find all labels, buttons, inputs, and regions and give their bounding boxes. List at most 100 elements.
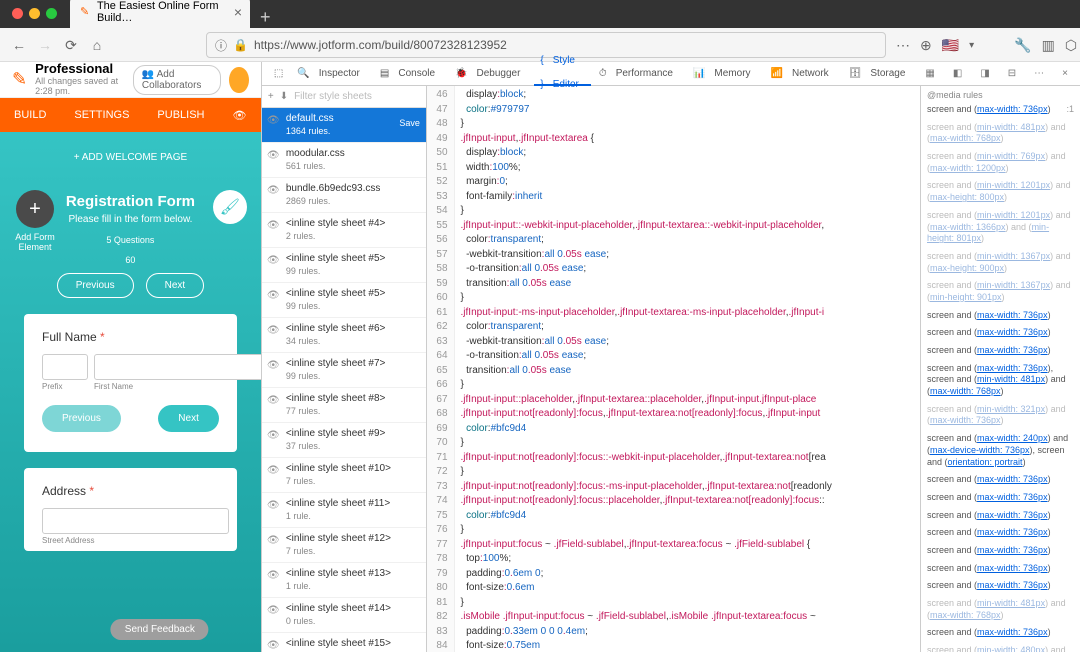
media-rule[interactable]: screen and (min-width: 1201px) and (max-… <box>927 180 1074 203</box>
css-file-item[interactable]: 👁<inline style sheet #13>1 rule. <box>262 563 426 598</box>
import-icon[interactable]: ⬇ <box>280 91 288 102</box>
save-button[interactable]: Save <box>399 118 420 130</box>
add-collaborators-button[interactable]: 👥 Add Collaborators <box>133 65 222 95</box>
media-rule[interactable]: screen and (max-width: 736px) <box>927 492 1074 504</box>
reload-button[interactable]: ⟳ <box>62 37 80 54</box>
dt-settings-icon[interactable]: ⋯ <box>1028 68 1050 79</box>
dt-options2-icon[interactable]: ◨ <box>974 68 995 79</box>
paint-button[interactable]: 🖌 <box>213 190 247 224</box>
dt-responsive-icon[interactable]: ▦ <box>919 68 940 79</box>
street-input[interactable] <box>42 508 229 534</box>
eye-icon[interactable]: 👁 <box>267 534 280 547</box>
eye-icon[interactable]: 👁 <box>267 359 280 372</box>
form-card-address[interactable]: Address * Street Address <box>24 468 237 551</box>
tab-close-icon[interactable]: × <box>234 4 242 20</box>
home-button[interactable]: ⌂ <box>88 37 106 54</box>
css-file-item[interactable]: 👁moodular.css561 rules. <box>262 143 426 178</box>
tab-build[interactable]: BUILD <box>0 109 60 121</box>
eye-icon[interactable]: 👁 <box>267 604 280 617</box>
css-file-item[interactable]: 👁<inline style sheet #4>2 rules. <box>262 213 426 248</box>
media-rule[interactable]: screen and (min-width: 769px) and (max-w… <box>927 151 1074 174</box>
css-file-item[interactable]: 👁<inline style sheet #5>99 rules. <box>262 248 426 283</box>
prev-button[interactable]: Previous <box>57 273 134 298</box>
chevron-down-icon[interactable]: ▾ <box>969 40 974 51</box>
eye-icon[interactable]: 👁 <box>267 114 280 127</box>
dt-tab-performance[interactable]: ⏱ Performance <box>593 68 685 79</box>
css-file-item[interactable]: 👁<inline style sheet #9>37 rules. <box>262 423 426 458</box>
media-rule[interactable]: screen and (max-width: 736px) <box>927 545 1074 557</box>
css-file-item[interactable]: 👁<inline style sheet #7>99 rules. <box>262 353 426 388</box>
new-tab-button[interactable]: + <box>250 7 281 28</box>
eye-icon[interactable]: 👁 <box>267 324 280 337</box>
css-file-item[interactable]: 👁bundle.6b9edc93.css2869 rules. <box>262 178 426 213</box>
filter-input[interactable]: Filter style sheets <box>294 91 372 102</box>
eye-icon[interactable]: 👁 <box>267 499 280 512</box>
media-rule[interactable]: screen and (min-width: 321px) and (max-w… <box>927 404 1074 427</box>
eye-icon[interactable]: 👁 <box>267 569 280 582</box>
dt-iframe-select-icon[interactable]: ⬚ <box>268 68 289 79</box>
settings-icon[interactable]: 🔧 <box>1014 37 1031 54</box>
dt-options1-icon[interactable]: ◧ <box>947 68 968 79</box>
eye-icon[interactable]: 👁 <box>267 394 280 407</box>
css-file-item[interactable]: 👁<inline style sheet #14>0 rules. <box>262 598 426 633</box>
library-icon[interactable]: ▥ <box>1042 37 1055 54</box>
window-max-icon[interactable] <box>46 8 57 19</box>
css-file-active[interactable]: 👁 default.css 1364 rules. Save <box>262 108 426 143</box>
media-rule[interactable]: screen and (max-width: 736px) <box>927 327 1074 339</box>
window-close-icon[interactable] <box>12 8 23 19</box>
media-rule[interactable]: screen and (min-width: 481px) and (max-w… <box>927 598 1074 621</box>
avatar[interactable] <box>229 67 248 93</box>
css-file-item[interactable]: 👁<inline style sheet #15>0 rules. <box>262 633 426 652</box>
dt-tab-memory[interactable]: 📊 Memory <box>687 68 763 79</box>
media-rule[interactable]: screen and (max-width: 736px) <box>927 527 1074 539</box>
media-rule[interactable]: screen and (max-width: 736px), screen an… <box>927 363 1074 398</box>
eye-icon[interactable]: 👁 <box>267 464 280 477</box>
media-rule[interactable]: screen and (max-width: 736px) <box>927 310 1074 322</box>
eye-icon[interactable]: 👁 <box>267 254 280 267</box>
firstname-input[interactable] <box>94 354 261 380</box>
info-icon[interactable]: ⓘ <box>215 37 227 54</box>
tab-publish[interactable]: PUBLISH <box>143 109 218 121</box>
dt-tab-storage[interactable]: 🗄 Storage <box>843 68 918 79</box>
send-feedback-button[interactable]: Send Feedback <box>111 619 209 640</box>
dt-close-icon[interactable]: × <box>1056 68 1074 79</box>
media-rule[interactable]: screen and (max-width: 736px):1 <box>927 104 1074 116</box>
media-rule[interactable]: screen and (max-width: 736px) <box>927 580 1074 592</box>
css-file-item[interactable]: 👁<inline style sheet #8>77 rules. <box>262 388 426 423</box>
eye-icon[interactable]: 👁 <box>267 219 280 232</box>
css-file-item[interactable]: 👁<inline style sheet #12>7 rules. <box>262 528 426 563</box>
dt-tab-network[interactable]: 📶 Network <box>765 68 841 79</box>
dt-dock-icon[interactable]: ⊟ <box>1002 68 1022 79</box>
shield-icon[interactable]: ⬡ <box>1065 37 1077 54</box>
dt-tab-debugger[interactable]: 🐞 Debugger <box>449 68 532 79</box>
add-welcome-button[interactable]: + ADD WELCOME PAGE <box>0 152 261 163</box>
pocket-icon[interactable]: ⊕ <box>920 37 932 54</box>
media-rule[interactable]: screen and (min-width: 1367px) and (max-… <box>927 251 1074 274</box>
next-button[interactable]: Next <box>146 273 205 298</box>
media-rule[interactable]: screen and (min-width: 480px) and (max-h… <box>927 645 1074 652</box>
preview-icon[interactable]: 👁 <box>219 109 261 122</box>
media-rule[interactable]: screen and (max-width: 736px) <box>927 627 1074 639</box>
media-rule[interactable]: screen and (min-width: 1367px) and (min-… <box>927 280 1074 303</box>
dt-tab-style-editor[interactable]: { } Style Editor <box>534 62 590 86</box>
add-stylesheet-icon[interactable]: + <box>268 91 274 102</box>
css-file-item[interactable]: 👁<inline style sheet #5>99 rules. <box>262 283 426 318</box>
media-rule[interactable]: screen and (max-width: 736px) <box>927 345 1074 357</box>
css-file-item[interactable]: 👁<inline style sheet #10>7 rules. <box>262 458 426 493</box>
prefix-input[interactable] <box>42 354 88 380</box>
card-prev-button[interactable]: Previous <box>42 405 121 432</box>
media-rule[interactable]: screen and (max-width: 736px) <box>927 474 1074 486</box>
card-next-button[interactable]: Next <box>158 405 219 432</box>
media-rule[interactable]: screen and (min-width: 481px) and (max-w… <box>927 122 1074 145</box>
tab-settings[interactable]: SETTINGS <box>60 109 143 121</box>
css-file-item[interactable]: 👁<inline style sheet #6>34 rules. <box>262 318 426 353</box>
media-rule[interactable]: screen and (max-width: 736px) <box>927 563 1074 575</box>
window-min-icon[interactable] <box>29 8 40 19</box>
media-rule[interactable]: screen and (max-width: 240px) and (max-d… <box>927 433 1074 468</box>
media-rule[interactable]: screen and (min-width: 1201px) and (max-… <box>927 210 1074 245</box>
media-rule[interactable]: screen and (max-width: 736px) <box>927 510 1074 522</box>
more-icon[interactable]: ⋯ <box>896 37 910 54</box>
dt-tab-console[interactable]: ▤ Console <box>374 68 447 79</box>
browser-tab[interactable]: ✎ The Easiest Online Form Build… × <box>70 0 250 28</box>
eye-icon[interactable]: 👁 <box>267 639 280 652</box>
